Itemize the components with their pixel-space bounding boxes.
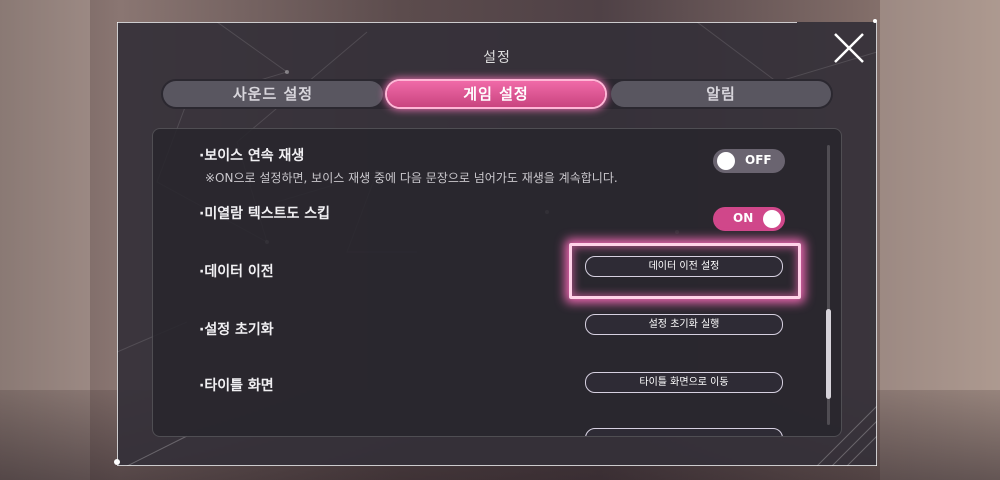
panel-scrollbar-thumb[interactable] bbox=[826, 309, 831, 399]
data-transfer-settings-button[interactable]: 데이터 이전 설정 bbox=[585, 256, 783, 277]
dialog-title: 설정 bbox=[483, 50, 511, 66]
voice-continuous-label: ·보이스 연속 재생 bbox=[199, 148, 305, 164]
close-icon[interactable] bbox=[831, 30, 867, 66]
reset-settings-label: ·설정 초기화 bbox=[199, 322, 274, 338]
reset-settings-button[interactable]: 설정 초기화 실행 bbox=[585, 314, 783, 335]
tab-notifications[interactable]: 알림 bbox=[611, 81, 831, 107]
settings-dialog: 설정 사운드 설정 게임 설정 알림 ·보이스 연속 재생 ※ON으로 설정하면… bbox=[114, 19, 877, 466]
data-transfer-label: ·데이터 이전 bbox=[199, 264, 274, 280]
settings-panel: ·보이스 연속 재생 ※ON으로 설정하면, 보이스 재생 중에 다음 문장으로… bbox=[152, 128, 842, 437]
tab-sound-settings[interactable]: 사운드 설정 bbox=[163, 81, 383, 107]
toggle-state-text: OFF bbox=[745, 153, 772, 167]
title-screen-label: ·타이틀 화면 bbox=[199, 378, 274, 394]
go-to-title-button[interactable]: 타이틀 화면으로 이동 bbox=[585, 372, 783, 393]
tab-game-settings[interactable]: 게임 설정 bbox=[387, 81, 605, 107]
toggle-knob bbox=[763, 210, 781, 228]
voice-continuous-description: ※ON으로 설정하면, 보이스 재생 중에 다음 문장으로 넘어가도 재생을 계… bbox=[205, 171, 618, 185]
toggle-state-text: ON bbox=[733, 211, 754, 225]
next-action-button-partial[interactable] bbox=[585, 428, 783, 436]
settings-tabbar: 사운드 설정 게임 설정 알림 bbox=[161, 79, 833, 109]
skip-unread-label: ·미열람 텍스트도 스킵 bbox=[199, 206, 330, 222]
toggle-knob bbox=[717, 152, 735, 170]
voice-continuous-toggle[interactable]: OFF bbox=[713, 149, 785, 173]
skip-unread-toggle[interactable]: ON bbox=[713, 207, 785, 231]
